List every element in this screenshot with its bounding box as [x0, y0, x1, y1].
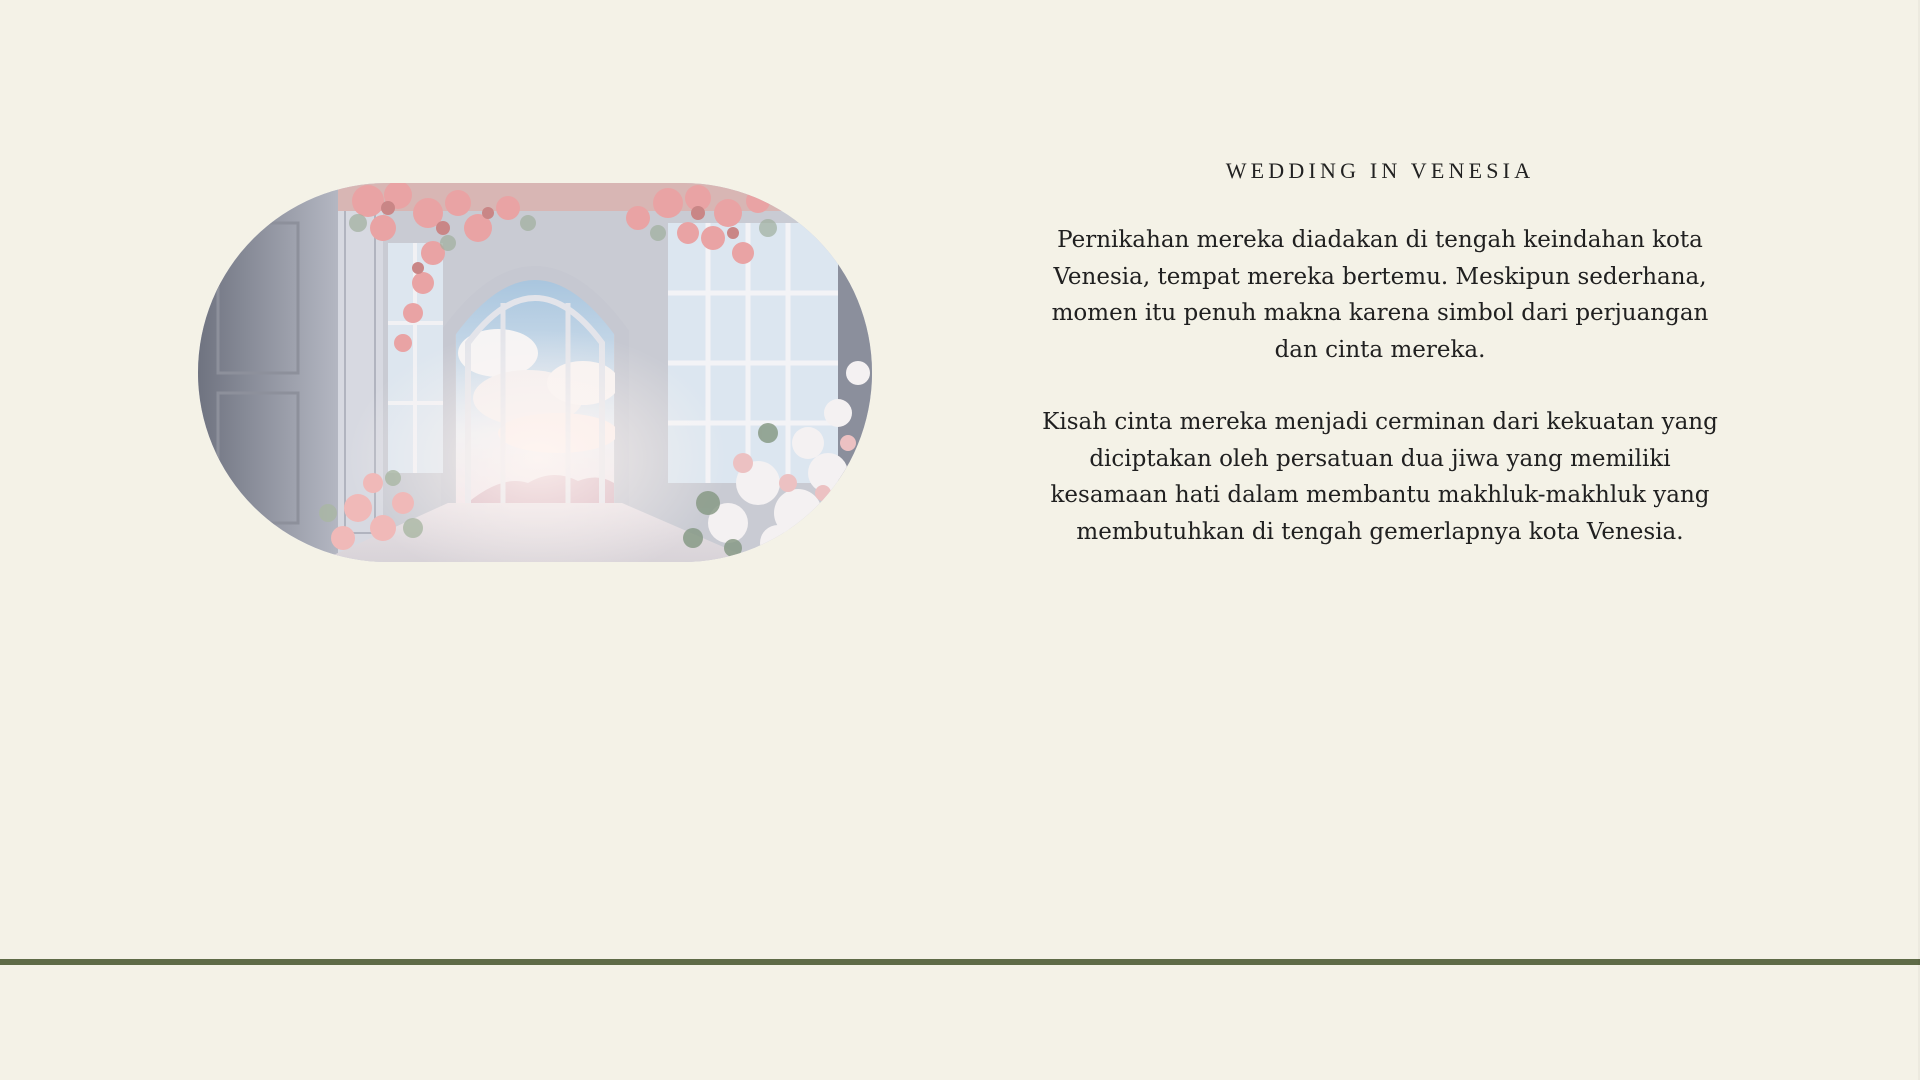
section-title: WEDDING IN VENESIA	[1225, 158, 1535, 183]
floral-archway-illustration	[198, 183, 872, 562]
footer-divider-line	[0, 959, 1920, 965]
paragraph-wedding: Pernikahan mereka diadakan di tengah kei…	[1051, 227, 1709, 363]
paragraph-love-story: Kisah cinta mereka menjadi cerminan dari…	[1042, 409, 1718, 545]
story-text-block: WEDDING IN VENESIA Pernikahan mereka dia…	[1020, 158, 1740, 586]
wedding-venue-image	[198, 183, 872, 562]
